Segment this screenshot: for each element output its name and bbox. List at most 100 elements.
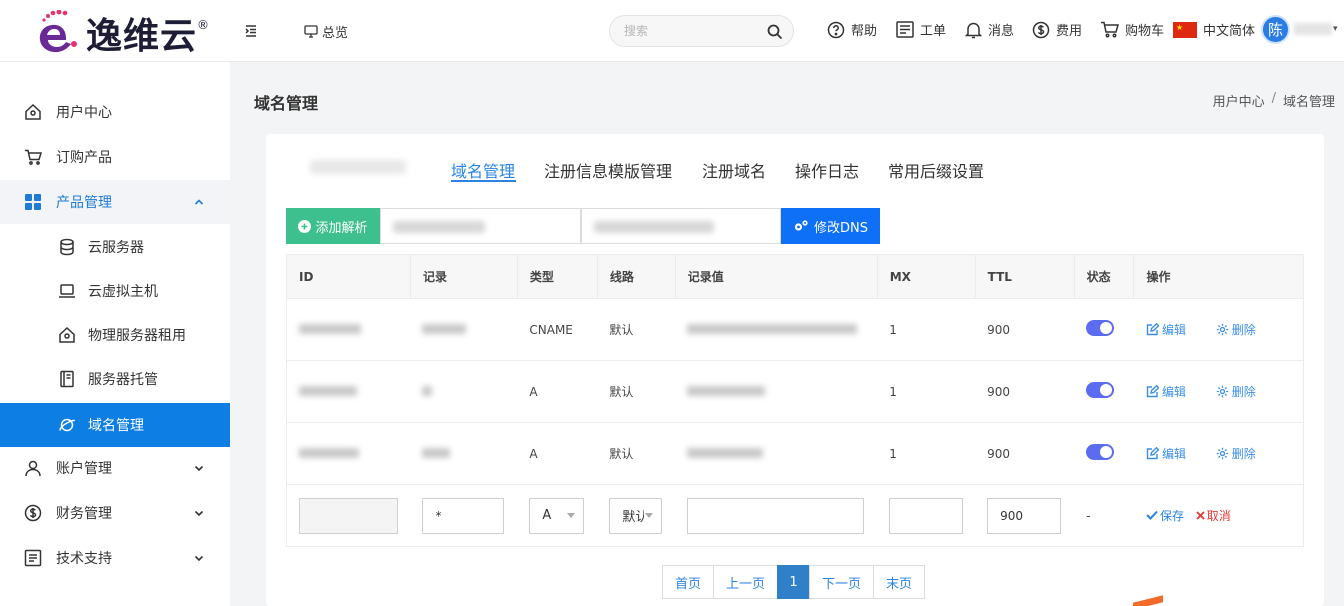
sidebar-item-label: 服务器托管	[88, 372, 158, 388]
record-host-cell	[410, 298, 518, 361]
status-toggle[interactable]	[1086, 320, 1115, 336]
avatar[interactable]: 陈	[1261, 15, 1290, 44]
overview-link[interactable]: 总览	[304, 22, 348, 41]
menu-collapse-icon[interactable]	[244, 24, 258, 38]
question-icon	[827, 21, 845, 38]
language-switch[interactable]: 中文简体	[1173, 20, 1255, 39]
save-button[interactable]: 保存	[1146, 507, 1184, 524]
delete-button[interactable]: 删除	[1216, 321, 1256, 338]
delete-label: 删除	[1231, 322, 1256, 337]
logo[interactable]: 逸维云 ®	[36, 8, 209, 58]
home-icon	[59, 326, 75, 343]
delete-button[interactable]: 删除	[1216, 445, 1256, 462]
help-link[interactable]: 帮助	[827, 20, 877, 39]
nameserver-2-field[interactable]	[581, 208, 781, 244]
first-page-button[interactable]: 首页	[662, 565, 715, 599]
list-icon	[24, 549, 42, 567]
record-status-cell	[1074, 360, 1134, 423]
edit-button[interactable]: 编辑	[1146, 445, 1186, 462]
breadcrumb-separator: /	[1271, 91, 1276, 106]
record-type-cell: CNAME	[517, 298, 598, 361]
new-actions-cell: 保存 取消	[1133, 484, 1304, 547]
sidebar-item-order-products[interactable]: 订购产品	[0, 135, 230, 179]
record-line-cell: 默认	[597, 360, 676, 423]
search-input[interactable]	[610, 16, 750, 46]
chevron-down-icon	[567, 513, 576, 518]
chevron-down-icon[interactable]: ▾	[1333, 24, 1338, 34]
sidebar-item-label: 财务管理	[56, 506, 112, 522]
sidebar-item-product-management[interactable]: 产品管理	[0, 180, 230, 224]
prev-page-button[interactable]: 上一页	[713, 565, 779, 599]
search-box	[609, 15, 794, 47]
column-header: 操作	[1133, 254, 1304, 299]
record-id-redacted	[299, 323, 361, 334]
table-row: A 默认 1 900 编辑 删除	[286, 360, 1304, 423]
gear-icon	[1216, 447, 1228, 459]
sidebar-item-finance-management[interactable]: 财务管理	[0, 491, 230, 535]
status-toggle[interactable]	[1086, 444, 1115, 460]
search-icon[interactable]	[767, 24, 783, 40]
ticket-label: 工单	[920, 24, 947, 39]
save-label: 保存	[1159, 508, 1184, 523]
new-id-cell	[286, 484, 411, 547]
chevron-up-icon	[194, 199, 204, 205]
edit-button[interactable]: 编辑	[1146, 321, 1186, 338]
tab-register-domain[interactable]: 注册域名	[702, 158, 766, 182]
modify-dns-label: 修改DNS	[814, 220, 868, 236]
next-page-button[interactable]: 下一页	[809, 565, 875, 599]
column-header: 记录	[409, 254, 518, 299]
billing-link[interactable]: 费用	[1032, 20, 1082, 39]
add-record-button[interactable]: 添加解析	[286, 208, 380, 244]
tab-domain-management[interactable]: 域名管理	[451, 158, 515, 182]
delete-button[interactable]: 删除	[1216, 383, 1256, 400]
sidebar-item-colocation[interactable]: 服务器托管	[0, 357, 230, 401]
new-record-row: * A 默认 900 - 保存 取消	[286, 484, 1304, 547]
ticket-link[interactable]: 工单	[896, 20, 946, 39]
breadcrumb-user-center[interactable]: 用户中心	[1213, 91, 1265, 110]
edit-button[interactable]: 编辑	[1146, 383, 1186, 400]
sidebar-item-tech-support[interactable]: 技术支持	[0, 536, 230, 580]
status-toggle[interactable]	[1086, 382, 1115, 398]
dollar-icon	[1032, 21, 1050, 38]
current-page-button[interactable]: 1	[777, 565, 811, 599]
last-page-button[interactable]: 末页	[873, 565, 926, 599]
sidebar-item-cloud-server[interactable]: 云服务器	[0, 225, 230, 269]
new-type-select[interactable]: A	[529, 497, 585, 534]
overview-label: 总览	[322, 26, 349, 41]
cart-link[interactable]: 购物车	[1100, 20, 1164, 39]
close-icon	[1196, 511, 1205, 520]
cart-label: 购物车	[1125, 24, 1165, 39]
nameserver-1-field[interactable]	[380, 208, 581, 244]
sidebar-item-label: 技术支持	[56, 551, 112, 567]
tab-suffix-settings[interactable]: 常用后缀设置	[888, 158, 984, 182]
new-line-select[interactable]: 默认	[609, 497, 663, 534]
tab-registration-templates[interactable]: 注册信息模版管理	[544, 158, 672, 182]
username-redacted[interactable]	[1294, 23, 1332, 35]
messages-link[interactable]: 消息	[965, 20, 1014, 39]
modify-dns-button[interactable]: 修改DNS	[781, 208, 880, 244]
cancel-button[interactable]: 取消	[1196, 507, 1231, 524]
record-id-cell	[286, 360, 411, 423]
record-type-cell: A	[517, 360, 598, 423]
record-ttl-cell: 900	[975, 360, 1075, 423]
help-label: 帮助	[851, 24, 878, 39]
grid-icon	[25, 194, 41, 210]
sidebar-item-domain-management[interactable]: 域名管理	[0, 403, 230, 447]
new-ttl-input[interactable]: 900	[987, 497, 1062, 534]
sidebar: 用户中心 订购产品 产品管理 云服务器 云虚拟主机 物理服务器租用 服务器托管 …	[0, 62, 230, 606]
new-type-value: A	[542, 508, 552, 523]
tab-operation-log[interactable]: 操作日志	[795, 158, 859, 182]
sidebar-item-virtual-host[interactable]: 云虚拟主机	[0, 269, 230, 313]
new-host-input[interactable]: *	[422, 497, 505, 534]
new-value-input[interactable]	[687, 497, 865, 534]
new-mx-input[interactable]	[889, 497, 964, 534]
language-label: 中文简体	[1203, 24, 1256, 39]
ticket-icon	[896, 21, 914, 38]
gear-icon	[1216, 323, 1228, 335]
sidebar-item-physical-server[interactable]: 物理服务器租用	[0, 313, 230, 357]
column-header: 类型	[516, 254, 598, 299]
add-record-label: 添加解析	[315, 220, 368, 236]
sidebar-item-account-management[interactable]: 账户管理	[0, 446, 230, 490]
column-header: 状态	[1073, 254, 1135, 299]
sidebar-item-user-center[interactable]: 用户中心	[0, 90, 230, 134]
